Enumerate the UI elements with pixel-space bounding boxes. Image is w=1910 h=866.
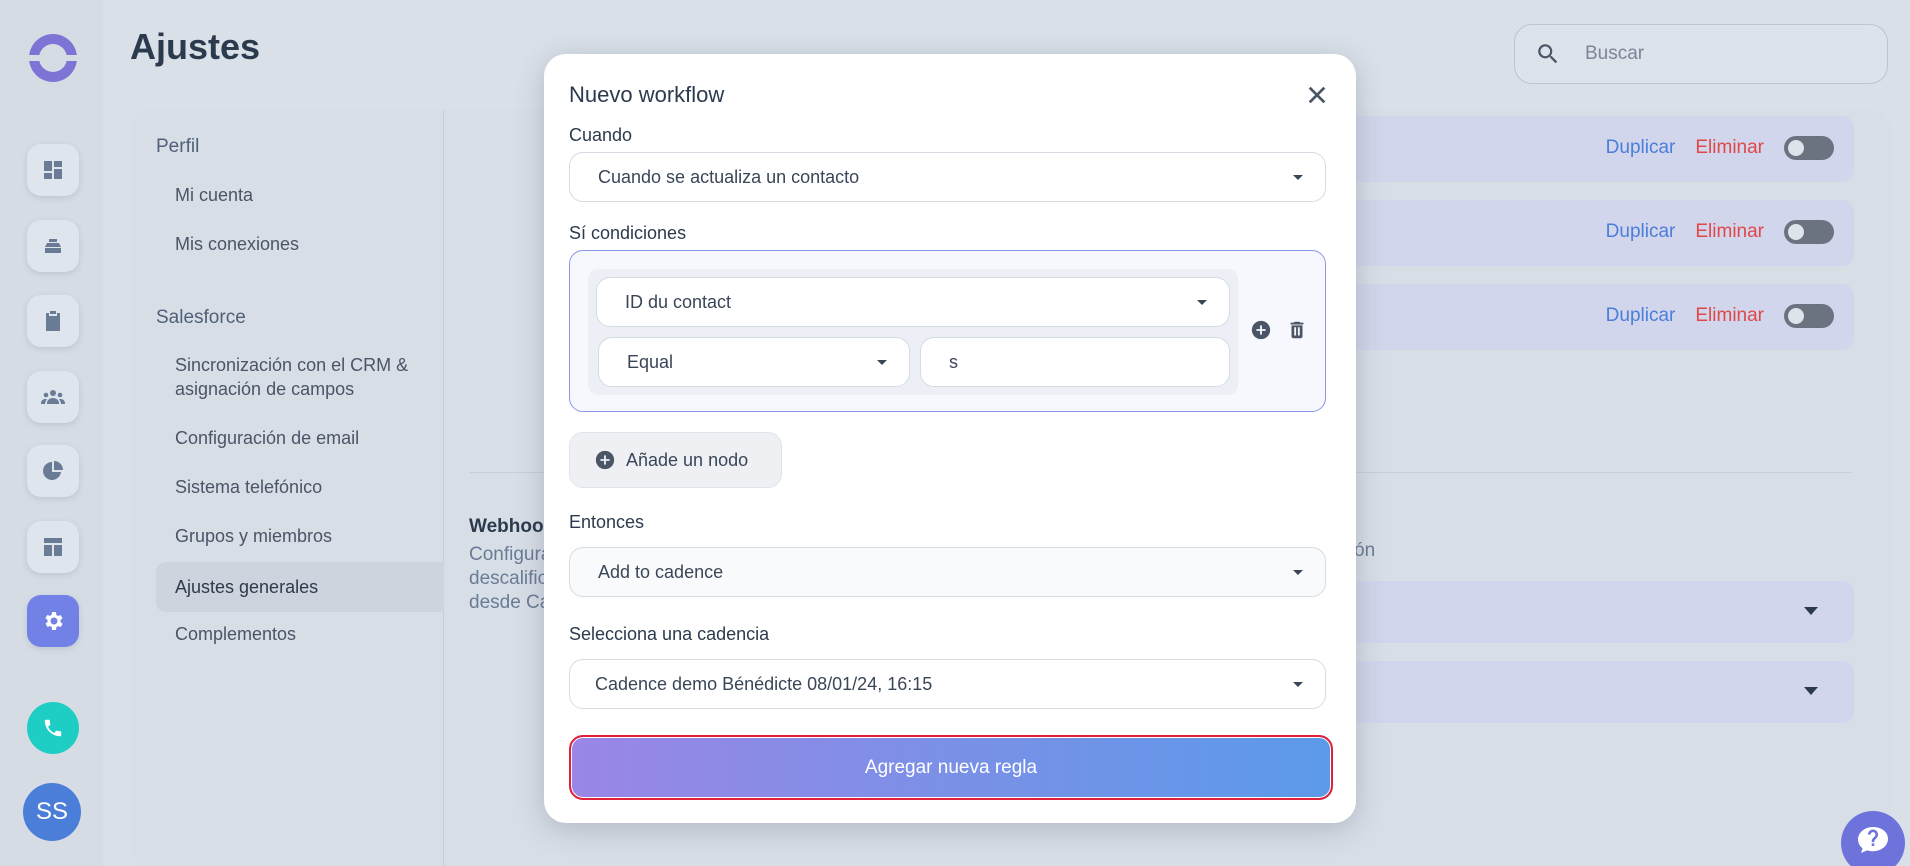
nav-item-mi-cuenta[interactable]: Mi cuenta — [175, 183, 253, 207]
delete-link[interactable]: Eliminar — [1695, 305, 1764, 327]
collapsible-row[interactable] — [1357, 661, 1854, 723]
search-input[interactable] — [1585, 43, 1865, 65]
dashboard-icon — [44, 161, 62, 179]
condition-field-select[interactable]: ID du contact — [596, 277, 1230, 327]
collapsible-row[interactable] — [1357, 581, 1854, 643]
clipboard-icon — [46, 311, 60, 331]
when-label: Cuando — [569, 125, 633, 145]
rule-toggle[interactable] — [1784, 304, 1834, 328]
webhooks-title: Webhook — [469, 516, 555, 537]
condition-operator-select[interactable]: Equal — [598, 337, 910, 387]
conditions-box: ID du contact Equal s — [569, 250, 1326, 412]
gear-icon — [45, 612, 63, 630]
nav-item-phone-system[interactable]: Sistema telefónico — [175, 475, 322, 499]
phone-button[interactable] — [27, 702, 79, 754]
cadence-label: Selecciona una cadencia — [569, 624, 770, 644]
nav-item-addons[interactable]: Complementos — [175, 622, 296, 646]
duplicate-link[interactable]: Duplicar — [1606, 305, 1676, 327]
nav-item-crm-sync[interactable]: Sincronización con el CRM & asignación d… — [175, 353, 425, 401]
add-rule-button[interactable]: Agregar nueva regla — [569, 735, 1333, 800]
new-workflow-modal: Nuevo workflow Cuando Cuando se actualiz… — [544, 54, 1356, 823]
search-icon — [1538, 44, 1558, 64]
nav-item-mis-conexiones[interactable]: Mis conexiones — [175, 232, 299, 256]
nav-item-general-settings[interactable]: Ajustes generales — [156, 562, 444, 612]
app-logo[interactable] — [29, 34, 77, 82]
condition-value-input[interactable]: s — [920, 337, 1230, 387]
chevron-down-icon — [1804, 607, 1818, 615]
help-chat-icon — [1858, 827, 1888, 853]
tasks-nav-button[interactable] — [27, 295, 79, 347]
duplicate-link[interactable]: Duplicar — [1606, 221, 1676, 243]
add-node-button[interactable]: Añade un nodo — [569, 432, 782, 488]
chevron-down-icon — [1293, 682, 1303, 687]
settings-nav: Perfil Mi cuenta Mis conexiones Salesfor… — [131, 110, 444, 866]
conditions-label: Sí condiciones — [569, 223, 687, 243]
nav-section-perfil: Perfil — [156, 136, 200, 157]
search-box[interactable] — [1514, 24, 1888, 84]
nav-item-email-config[interactable]: Configuración de email — [175, 426, 359, 450]
condition-group: ID du contact Equal s — [588, 269, 1238, 395]
settings-nav-button[interactable] — [27, 595, 79, 647]
people-icon — [41, 390, 65, 404]
rule-toggle[interactable] — [1784, 220, 1834, 244]
pie-chart-icon — [43, 461, 63, 480]
dashboard-nav-button[interactable] — [27, 144, 79, 196]
trash-icon[interactable] — [1286, 319, 1308, 341]
chevron-down-icon — [1293, 175, 1303, 180]
chevron-down-icon — [1804, 687, 1818, 695]
duplicate-link[interactable]: Duplicar — [1606, 137, 1676, 159]
cadence-select[interactable]: Cadence demo Bénédicte 08/01/24, 16:15 — [569, 659, 1326, 709]
trigger-select[interactable]: Cuando se actualiza un contacto — [569, 152, 1326, 202]
modal-title: Nuevo workflow — [569, 82, 725, 107]
then-label: Entonces — [569, 512, 645, 532]
add-circle-icon — [595, 450, 615, 470]
avatar[interactable]: SS — [23, 783, 81, 841]
chevron-down-icon — [1197, 300, 1207, 305]
webhooks-description-tail: ón — [1354, 540, 1376, 561]
action-select[interactable]: Add to cadence — [569, 547, 1326, 597]
close-button[interactable] — [1302, 80, 1332, 110]
delete-link[interactable]: Eliminar — [1695, 221, 1764, 243]
app-sidebar: SS — [0, 0, 103, 866]
inbox-nav-button[interactable] — [27, 220, 79, 272]
contacts-nav-button[interactable] — [27, 371, 79, 423]
templates-nav-button[interactable] — [27, 521, 79, 573]
nav-item-groups-members[interactable]: Grupos y miembros — [175, 524, 332, 548]
page-title: Ajustes — [130, 26, 261, 67]
chevron-down-icon — [1293, 570, 1303, 575]
chevron-down-icon — [877, 360, 887, 365]
nav-section-salesforce: Salesforce — [156, 307, 246, 328]
rule-toggle[interactable] — [1784, 136, 1834, 160]
add-circle-icon[interactable] — [1250, 319, 1272, 341]
reports-nav-button[interactable] — [27, 445, 79, 497]
layout-icon — [44, 538, 62, 556]
help-chat-button[interactable] — [1841, 811, 1905, 866]
delete-link[interactable]: Eliminar — [1695, 137, 1764, 159]
phone-icon — [44, 719, 62, 737]
close-icon — [1308, 86, 1326, 104]
inbox-icon — [45, 239, 61, 253]
